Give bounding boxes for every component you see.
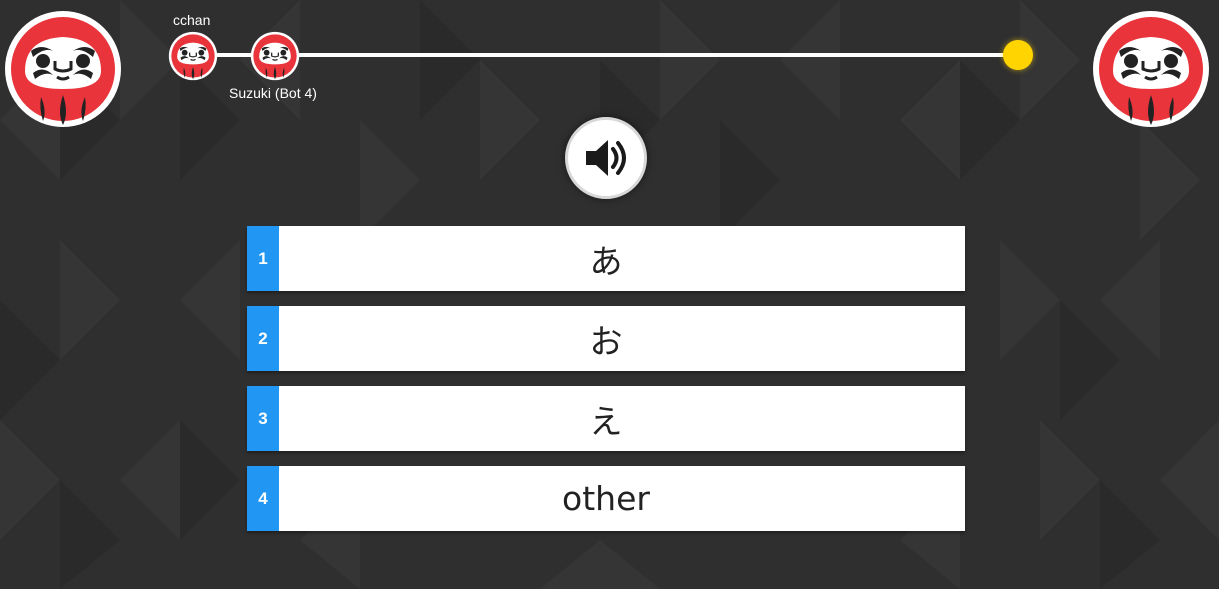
- answer-number: 3: [247, 386, 279, 451]
- opponent-daruma-icon: [1091, 9, 1211, 129]
- answer-option-3[interactable]: 3 え: [247, 386, 965, 451]
- answer-text: お: [589, 321, 623, 361]
- answer-option-4[interactable]: 4 other: [247, 466, 965, 531]
- answer-text: other: [562, 479, 650, 518]
- racer-daruma-icon: [168, 31, 218, 81]
- answer-option-1[interactable]: 1 あ: [247, 226, 965, 291]
- answer-option-2[interactable]: 2 お: [247, 306, 965, 371]
- answer-text: え: [589, 401, 623, 441]
- racer-name-cchan: cchan: [173, 12, 211, 28]
- racer-name-bot: Suzuki (Bot 4): [229, 85, 317, 101]
- play-sound-button[interactable]: [565, 117, 647, 199]
- answer-number: 4: [247, 466, 279, 531]
- answer-number: 2: [247, 306, 279, 371]
- race-track: [190, 53, 1020, 57]
- racer-bot-daruma-icon: [250, 31, 300, 81]
- goal-marker: [1003, 40, 1033, 70]
- answer-number: 1: [247, 226, 279, 291]
- player-daruma-icon: [3, 9, 123, 129]
- answer-list: 1 あ 2 お 3 え 4 other: [247, 226, 965, 546]
- answer-text: あ: [589, 241, 623, 281]
- speaker-icon: [586, 140, 626, 176]
